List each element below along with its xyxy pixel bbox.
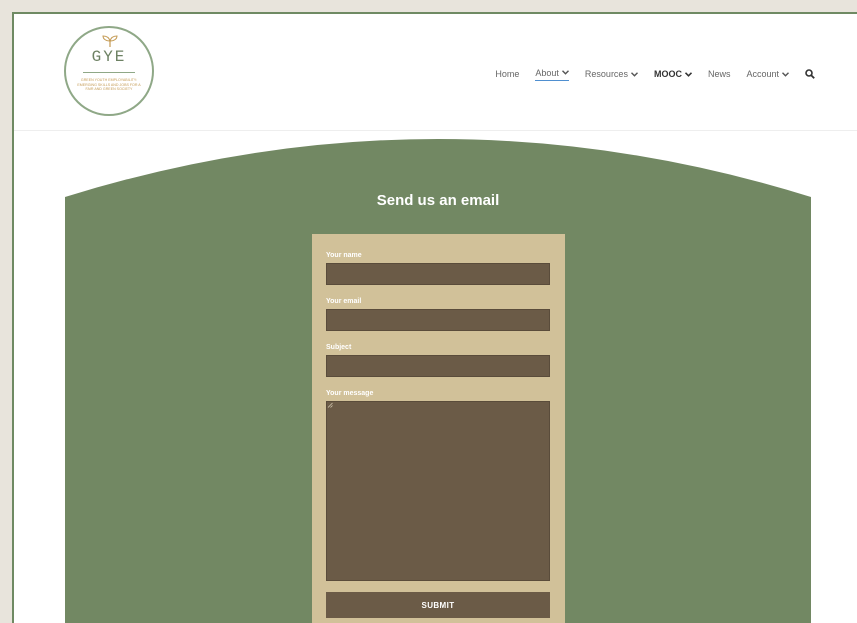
nav-news-label: News	[707, 69, 731, 79]
nav-resources-label: Resources	[584, 69, 628, 79]
nav-resources[interactable]: Resources	[585, 69, 638, 79]
chevron-down-icon	[782, 71, 789, 77]
contact-form: Your name Your email Subject Your messag…	[312, 234, 565, 623]
chevron-down-icon	[684, 71, 692, 77]
resize-handle-icon[interactable]	[327, 402, 333, 408]
search-icon[interactable]	[805, 69, 815, 79]
nav-about-label: About	[535, 67, 559, 78]
chevron-down-icon	[630, 71, 638, 77]
logo-divider	[83, 72, 135, 73]
subject-label: Subject	[326, 344, 352, 351]
nav-news[interactable]: News	[708, 69, 731, 79]
email-field[interactable]	[326, 309, 550, 331]
site-header: GYE Green youth employability: emerging …	[14, 14, 857, 131]
form-title: Send us an email	[376, 192, 500, 209]
chevron-down-icon	[561, 70, 569, 75]
logo-tagline: Green youth employability: emerging skil…	[77, 78, 141, 92]
name-label: Your name	[326, 252, 362, 259]
name-field[interactable]	[326, 263, 550, 285]
submit-button[interactable]: SUBMIT	[326, 592, 550, 618]
contact-section: Send us an email Your name Your email Su…	[65, 139, 811, 623]
nav-home-label: Home	[495, 69, 520, 79]
email-label: Your email	[326, 298, 362, 305]
nav-mooc[interactable]: MOOC	[654, 69, 692, 79]
nav-home[interactable]: Home	[495, 69, 519, 79]
message-textarea[interactable]	[326, 401, 550, 581]
site-logo[interactable]: GYE Green youth employability: emerging …	[64, 26, 154, 116]
nav-about[interactable]: About	[535, 68, 569, 81]
message-label: Your message	[326, 390, 374, 397]
page-frame: GYE Green youth employability: emerging …	[12, 12, 857, 623]
sprout-icon	[102, 35, 118, 47]
nav-account-label: Account	[746, 69, 779, 79]
subject-field[interactable]	[326, 355, 550, 377]
logo-letters: GYE	[91, 48, 127, 66]
nav-account[interactable]: Account	[746, 69, 789, 79]
nav-mooc-label: MOOC	[653, 69, 682, 79]
main-nav: Home About Resources MOOC News Account	[495, 66, 815, 82]
